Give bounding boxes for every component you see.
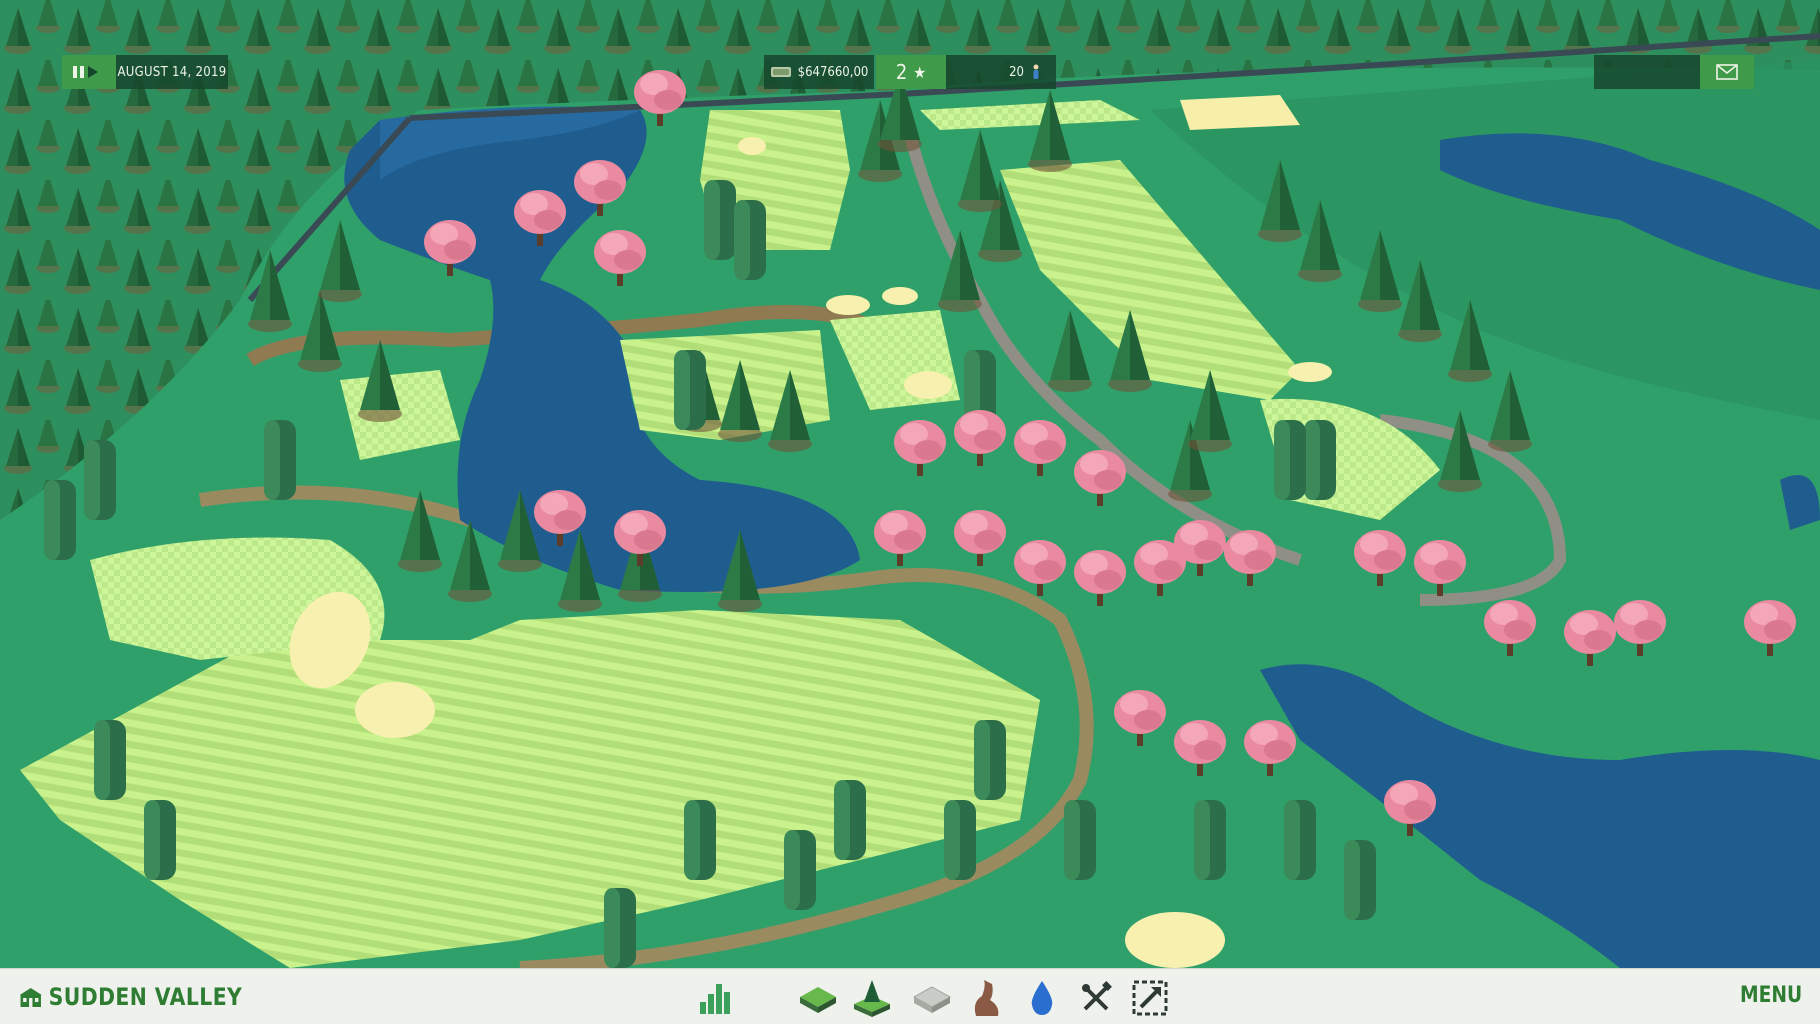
tools-button[interactable]: [1074, 977, 1118, 1019]
money-display: $647660,00: [764, 55, 874, 89]
course-title[interactable]: SUDDEN VALLEY: [18, 983, 242, 1011]
wall-button[interactable]: [964, 977, 1008, 1019]
money-value: $647660,00: [797, 64, 869, 80]
stats-button[interactable]: [692, 977, 736, 1019]
trees-button[interactable]: [850, 977, 894, 1019]
star-icon: ★: [913, 62, 927, 82]
course-rating[interactable]: 2 ★: [876, 55, 946, 89]
grid-icon: [912, 986, 952, 1013]
water-button[interactable]: [1020, 977, 1064, 1019]
golfer-count[interactable]: 20: [946, 55, 1056, 89]
water-icon: [1031, 981, 1053, 1015]
mail-button[interactable]: [1700, 55, 1754, 89]
mail-icon: [1716, 64, 1738, 80]
date-label: AUGUST 14, 2019: [117, 64, 227, 80]
trees-icon: [854, 980, 890, 1017]
terrain-icon: [800, 987, 836, 1013]
star-count: 2: [895, 60, 908, 84]
menu-button[interactable]: MENU: [1740, 983, 1802, 1008]
grid-button[interactable]: [910, 977, 954, 1019]
golf-course-scene[interactable]: [0, 0, 1820, 968]
cash-icon: [770, 67, 791, 77]
tools-icon: [1082, 981, 1112, 1011]
course-name-label: SUDDEN VALLEY: [48, 983, 243, 1011]
wall-icon: [974, 980, 999, 1016]
current-date: AUGUST 14, 2019: [116, 55, 228, 89]
pause-play-icon: [73, 66, 98, 78]
clubhouse-icon: [19, 988, 42, 1007]
terrain-button[interactable]: [796, 977, 840, 1019]
golfer-count-value: 20: [1009, 64, 1024, 80]
stats-icon: [700, 984, 730, 1014]
expand-button[interactable]: [1128, 977, 1172, 1019]
expand-icon: [1132, 980, 1168, 1016]
golfer-icon: [1033, 64, 1039, 79]
bottom-toolbar: SUDDEN VALLEY MENU: [0, 968, 1820, 1024]
game-speed-control[interactable]: [62, 55, 116, 89]
